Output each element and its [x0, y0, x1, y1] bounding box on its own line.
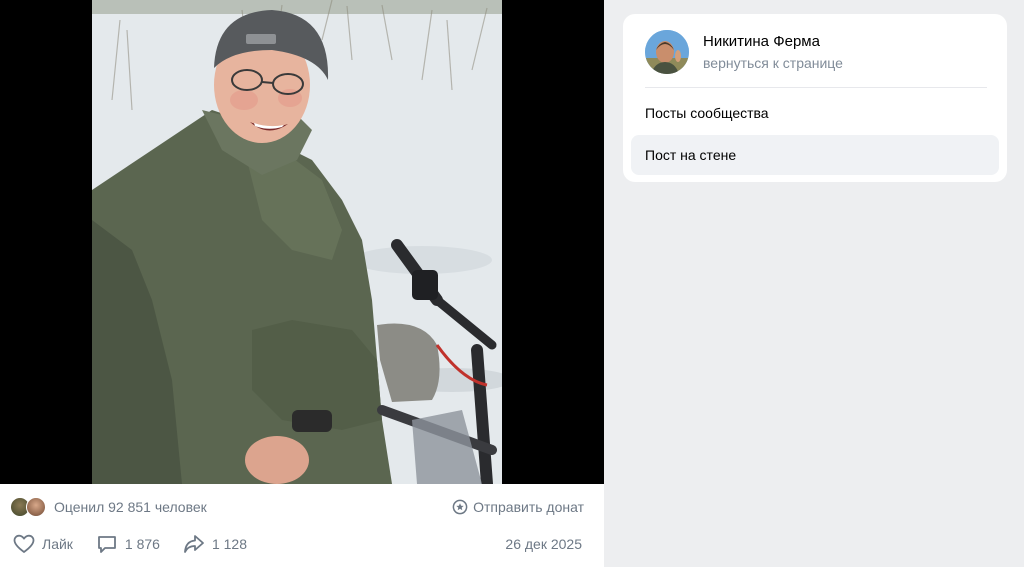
donate-label: Отправить донат — [473, 499, 584, 515]
shares-count: 1 128 — [211, 536, 248, 552]
owner-link[interactable]: Никитина Ферма вернуться к странице — [645, 28, 985, 76]
reactions-row: Оценил 92 851 человек Отправить донат — [10, 496, 584, 518]
share-icon — [184, 535, 204, 553]
likes-summary[interactable]: Оценил 92 851 человек — [54, 499, 207, 515]
star-coin-icon — [452, 499, 468, 515]
comments-count: 1 876 — [124, 536, 160, 552]
post-date[interactable]: 26 дек 2025 — [505, 536, 582, 552]
post-panel: Оценил 92 851 человек Отправить донат Ла… — [0, 0, 604, 567]
liker-avatars[interactable] — [10, 497, 48, 517]
comment-icon — [98, 536, 116, 553]
back-to-page-link[interactable]: вернуться к странице — [703, 53, 843, 73]
menu-item-wall-post[interactable]: Пост на стене — [631, 135, 999, 175]
menu-item-community-posts[interactable]: Посты сообщества — [631, 93, 999, 133]
post-photo[interactable] — [92, 0, 502, 484]
post-media[interactable] — [0, 0, 604, 484]
share-button[interactable]: 1 128 — [182, 532, 247, 556]
avatar — [26, 497, 46, 517]
divider — [645, 87, 987, 88]
post-owner-card: Никитина Ферма вернуться к странице Пост… — [623, 14, 1007, 182]
heart-icon — [13, 534, 35, 553]
owner-avatar — [645, 30, 689, 74]
like-label: Лайк — [42, 536, 73, 552]
owner-avatar-image — [645, 30, 689, 74]
send-donation-button[interactable]: Отправить донат — [452, 499, 584, 515]
photo-illustration — [92, 0, 502, 484]
like-button[interactable]: Лайк — [12, 532, 73, 556]
comment-button[interactable]: 1 876 — [95, 532, 160, 556]
owner-name: Никитина Ферма — [703, 32, 820, 50]
post-actions: Лайк 1 876 1 128 26 дек 2025 — [12, 532, 582, 556]
